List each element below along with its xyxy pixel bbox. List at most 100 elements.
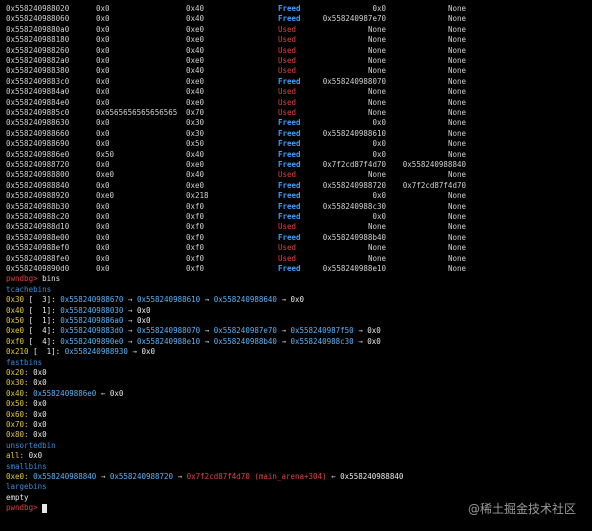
chunk-bk: None bbox=[447, 118, 466, 128]
chunk-status: Freed bbox=[278, 14, 301, 24]
bin-count: [ 1]: bbox=[28, 347, 65, 357]
prev-size: 0xe0 bbox=[96, 170, 115, 180]
bin-size: 0xf0 bbox=[6, 336, 25, 346]
chunk-status: Used bbox=[278, 243, 297, 253]
bin-size: 0x40 bbox=[6, 305, 25, 315]
chunk-bk: None bbox=[447, 201, 466, 211]
chain-arrow-icon: → bbox=[276, 326, 291, 336]
prev-size: 0x0 bbox=[96, 45, 110, 55]
chunk-addr: 0x558240988c20 bbox=[6, 212, 70, 221]
heap-row: 0x558240988e00 0x0 0xf0 Freed 0x558240988b40… bbox=[0, 233, 592, 243]
prev-size: 0x0 bbox=[96, 118, 110, 128]
bin-size: 0x40: bbox=[6, 388, 29, 398]
chain-addr: 0x0 bbox=[136, 316, 151, 325]
chunk-fd: 0x558240988720 bbox=[322, 180, 386, 190]
bin-size: 0x50: bbox=[6, 399, 29, 409]
chain-arrow-icon: ← bbox=[96, 388, 110, 398]
text-cursor[interactable] bbox=[42, 503, 48, 513]
chunk-bk: None bbox=[447, 35, 466, 45]
chunk-addr: 0x5582409890d0 bbox=[6, 264, 70, 273]
chunk-fd: 0x558240988070 bbox=[322, 76, 386, 86]
chain-addr: 0x5582409883d0 bbox=[60, 326, 124, 336]
chain-addr: 0x7f2cd87f4d70 bbox=[186, 472, 250, 481]
heap-row: 0x5582409884a0 0x0 0x40 Used None None bbox=[0, 87, 592, 97]
chunk-fd: 0x0 bbox=[372, 139, 386, 149]
fastbin-row: 0x60: 0x0 bbox=[6, 410, 47, 420]
bin-size: 0x60: bbox=[6, 409, 29, 419]
chunk-fd: 0x0 bbox=[372, 212, 386, 221]
chunk-size: 0xf0 bbox=[186, 212, 205, 221]
chain-addr: 0x0 bbox=[367, 326, 381, 336]
chunk-bk: None bbox=[447, 97, 466, 107]
chunk-fd: None bbox=[367, 97, 386, 107]
chain-arrow-icon: → bbox=[123, 336, 137, 346]
heap-row: 0x558240988630 0x0 0x30 Freed 0x0 None bbox=[0, 118, 592, 128]
largebins-title: largebins bbox=[6, 482, 47, 492]
heap-row: 0x5582409890d0 0x0 0xf0 Freed 0x558240988e10… bbox=[0, 264, 592, 274]
prev-size: 0x0 bbox=[96, 139, 110, 149]
chunk-bk: None bbox=[447, 14, 466, 24]
bin-value: 0x0 bbox=[33, 430, 47, 440]
chunk-addr: 0x558240988920 bbox=[6, 191, 70, 201]
prev-size: 0x0 bbox=[96, 76, 110, 86]
bin-value: 0x0 bbox=[33, 409, 47, 419]
section-title: unsortedbin bbox=[6, 440, 56, 450]
section-title: largebins bbox=[6, 482, 47, 492]
chain-addr: 0x558240988670 bbox=[60, 295, 124, 305]
chunk-addr: 0x558240988020 bbox=[6, 4, 70, 13]
chunk-status: Freed bbox=[278, 149, 301, 159]
chunk-addr: 0x558240988840 bbox=[6, 180, 70, 190]
prompt-line: pwndbg> bbox=[6, 503, 48, 513]
heap-row: 0x5582409886e0 0x50 0x40 Freed 0x0 None bbox=[0, 150, 592, 160]
heap-row: 0x558240988800 0xe0 0x40 Used None None bbox=[0, 170, 592, 180]
watermark: @稀土掘金技术社区 bbox=[467, 502, 576, 516]
prev-size: 0x0 bbox=[96, 253, 110, 263]
chunk-fd: None bbox=[367, 253, 386, 263]
chunk-status: Used bbox=[278, 222, 297, 232]
chain-arrow-icon: → bbox=[200, 336, 214, 346]
chunk-status: Freed bbox=[278, 201, 301, 211]
chain-arrow-icon: → bbox=[123, 316, 137, 325]
chunk-fd: None bbox=[367, 222, 386, 232]
chunk-status: Freed bbox=[278, 118, 301, 128]
bin-size: 0x80: bbox=[6, 430, 29, 440]
chunk-size: 0xf0 bbox=[186, 222, 205, 232]
chain-addr: 0x558240987f50 bbox=[290, 326, 354, 336]
terminal[interactable]: 0x558240988020 0x0 0x40 Freed 0x0 None 0x55824… bbox=[0, 0, 592, 531]
tcache-row: 0x210 [ 1]: 0x558240988930 → 0x0 bbox=[6, 347, 155, 357]
chunk-status: Freed bbox=[278, 232, 301, 242]
tcache-row: 0x40 [ 1]: 0x558240988030 → 0x0 bbox=[6, 306, 151, 316]
chunk-bk: 0x558240988840 bbox=[402, 160, 466, 169]
fastbin-row: 0x20: 0x0 bbox=[6, 368, 47, 378]
chunk-bk: None bbox=[447, 222, 466, 232]
prev-size: 0x0 bbox=[96, 24, 110, 34]
chunk-fd: None bbox=[367, 87, 386, 97]
chain-addr: 0x558240988030 bbox=[60, 305, 124, 315]
chunk-size: 0xe0 bbox=[186, 24, 205, 34]
chain-addr: 0x0 bbox=[136, 305, 151, 315]
chunk-bk: None bbox=[447, 4, 466, 13]
chunk-status: Used bbox=[278, 253, 297, 263]
bin-value: 0x0 bbox=[24, 451, 43, 461]
bin-value: empty bbox=[6, 492, 29, 502]
bin-size: 0x210 bbox=[6, 347, 29, 357]
prev-size: 0x0 bbox=[96, 14, 110, 24]
fastbin-row: 0x70: 0x0 bbox=[6, 420, 47, 430]
chunk-size: 0xf0 bbox=[186, 253, 205, 263]
chunk-size: 0xf0 bbox=[186, 201, 205, 211]
prev-size: 0x0 bbox=[96, 212, 110, 221]
chunk-status: Used bbox=[278, 45, 297, 55]
chain-addr: 0x5582409890e0 bbox=[60, 336, 124, 346]
largebins-row: empty bbox=[6, 493, 29, 503]
chunk-status: Freed bbox=[278, 180, 301, 190]
fastbin-row: 0x40: 0x5582409886e0 ← 0x0 bbox=[6, 389, 123, 399]
chain-arrow-icon: ← bbox=[326, 472, 341, 481]
chunk-bk: 0x7f2cd87f4d70 bbox=[402, 180, 466, 190]
chunk-fd: 0x0 bbox=[372, 4, 386, 13]
chunk-bk: None bbox=[447, 108, 466, 117]
heap-row: 0x5582409880a0 0x0 0xe0 Used None None bbox=[0, 25, 592, 35]
chunk-size: 0x50 bbox=[186, 139, 205, 149]
prev-size: 0x0 bbox=[96, 56, 110, 65]
chunk-bk: None bbox=[447, 191, 466, 201]
chunk-size: 0xe0 bbox=[186, 76, 205, 86]
